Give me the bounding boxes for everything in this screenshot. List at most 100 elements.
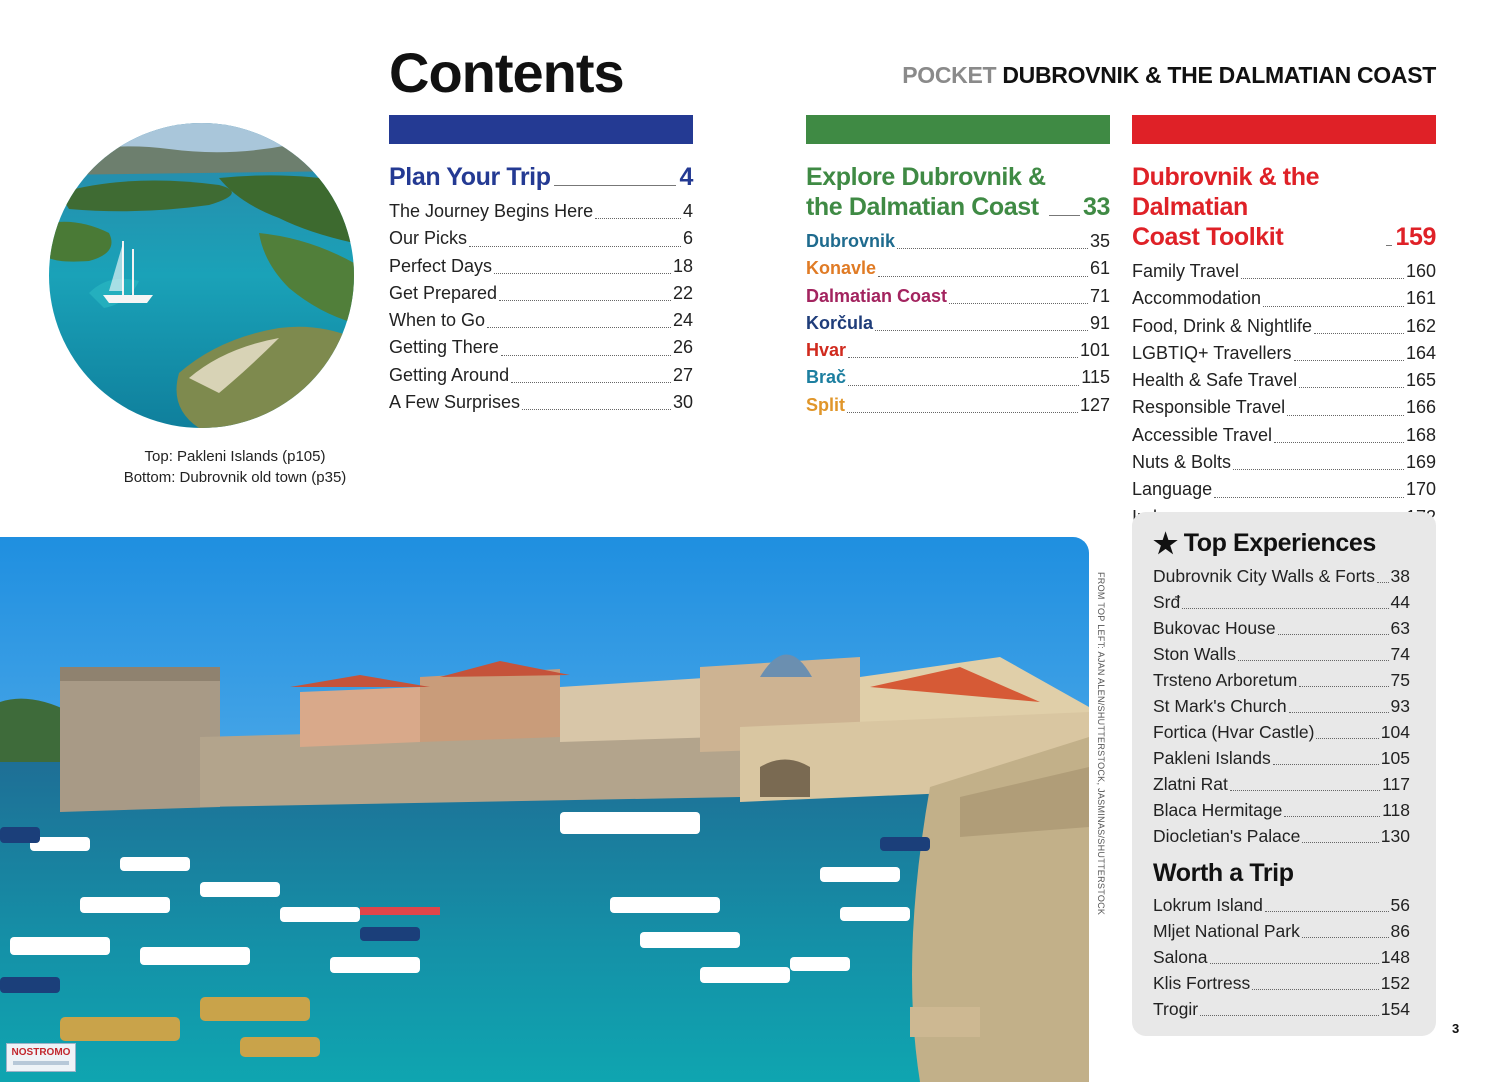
toc-entry-page: 101 [1079, 340, 1110, 361]
toolkit-heading-title: Dubrovnik & the Dalmatian Coast Toolkit [1132, 163, 1320, 251]
toc-entry-page: 117 [1382, 774, 1410, 794]
toc-entry[interactable]: Getting There 26 [389, 334, 693, 361]
toc-entry-page: 74 [1390, 644, 1410, 664]
toc-entry-page: 38 [1390, 566, 1410, 586]
toc-entry[interactable]: Dubrovnik 35 [806, 228, 1110, 255]
leader-dots [500, 354, 671, 356]
toc-entry[interactable]: Fortica (Hvar Castle) 104 [1153, 719, 1410, 745]
toc-entry[interactable]: LGBTIQ+ Travellers 164 [1132, 340, 1436, 367]
book-title: POCKET DUBROVNIK & THE DALMATIAN COAST [902, 62, 1436, 89]
toc-entry-label: Food, Drink & Nightlife [1132, 315, 1313, 336]
leader-dots [595, 218, 681, 220]
leader-dots [847, 412, 1078, 414]
toc-entry[interactable]: Lokrum Island 56 [1153, 892, 1410, 918]
toolkit-list: Family Travel 160 Accommodation 161 Food, Dr… [1132, 258, 1436, 531]
toc-entry[interactable]: Accommodation 161 [1132, 285, 1436, 312]
explore-color-bar [806, 115, 1110, 144]
leader-dots [1293, 360, 1404, 362]
toolkit-heading[interactable]: Dubrovnik & the Dalmatian Coast Toolkit … [1132, 162, 1436, 252]
toc-entry[interactable]: Responsible Travel 166 [1132, 394, 1436, 421]
leader-dots [522, 409, 671, 411]
caption-bottom: Bottom: Dubrovnik old town (p35) [123, 469, 347, 486]
toc-entry[interactable]: Konavle 61 [806, 255, 1110, 282]
toc-entry-page: 26 [672, 337, 693, 358]
toc-entry[interactable]: Health & Safe Travel 165 [1132, 367, 1436, 394]
toc-entry[interactable]: St Mark's Church 93 [1153, 693, 1410, 719]
toc-entry[interactable]: Pakleni Islands 105 [1153, 745, 1410, 771]
toc-entry-page: 166 [1405, 397, 1436, 418]
toc-entry[interactable]: Trogir 154 [1153, 996, 1410, 1022]
toc-entry[interactable]: Korčula 91 [806, 310, 1110, 337]
toc-entry-label: Trogir [1153, 999, 1199, 1019]
toc-entry[interactable]: Split 127 [806, 392, 1110, 419]
leader-dots [1274, 442, 1404, 444]
toc-entry[interactable]: Bukovac House 63 [1153, 615, 1410, 641]
toc-entry-label: St Mark's Church [1153, 696, 1287, 716]
toc-entry[interactable]: Get Prepared 22 [389, 280, 693, 307]
toc-entry-label: When to Go [389, 310, 486, 331]
toc-entry[interactable]: Trsteno Arboretum 75 [1153, 667, 1410, 693]
leader-dots [1299, 387, 1404, 389]
toc-entry[interactable]: Our Picks 6 [389, 225, 693, 252]
leader-dots [1386, 245, 1393, 246]
watermark-logo: NOSTROMO [6, 1043, 76, 1072]
leader-dots [1302, 842, 1379, 843]
toc-entry[interactable]: Srđ 44 [1153, 589, 1410, 615]
toc-entry[interactable]: Family Travel 160 [1132, 258, 1436, 285]
toc-entry-page: 148 [1380, 947, 1410, 967]
toc-entry[interactable]: Perfect Days 18 [389, 253, 693, 280]
leader-dots [1233, 469, 1404, 471]
toc-entry-label: Mljet National Park [1153, 921, 1300, 941]
leader-dots [1048, 215, 1080, 216]
leader-dots [1182, 608, 1389, 609]
toc-entry[interactable]: Accessible Travel 168 [1132, 422, 1436, 449]
plan-heading[interactable]: Plan Your Trip 4 [389, 162, 693, 192]
top-experiences-box: ★ Top Experiences Dubrovnik City Walls &… [1132, 512, 1436, 1036]
toc-entry-label: Lokrum Island [1153, 895, 1263, 915]
toc-entry-label: Konavle [806, 258, 877, 279]
toc-entry-label: Get Prepared [389, 282, 498, 303]
top-experiences-title: Top Experiences [1183, 528, 1377, 557]
toc-entry-page: 118 [1382, 800, 1410, 820]
toc-entry[interactable]: Dubrovnik City Walls & Forts 38 [1153, 563, 1410, 589]
toc-entry[interactable]: Mljet National Park 86 [1153, 918, 1410, 944]
plan-list: The Journey Begins Here 4 Our Picks 6 Perfec… [389, 198, 693, 416]
plan-section: Plan Your Trip 4 The Journey Begins Here… [389, 162, 693, 416]
toc-entry[interactable]: Hvar 101 [806, 337, 1110, 364]
toc-entry[interactable]: Food, Drink & Nightlife 162 [1132, 313, 1436, 340]
book-title-main: DUBROVNIK & THE DALMATIAN COAST [1002, 62, 1436, 88]
toc-entry[interactable]: Brač 115 [806, 364, 1110, 391]
worth-a-trip-heading: Worth a Trip [1153, 859, 1294, 887]
leader-dots [487, 327, 671, 329]
toc-entry[interactable]: Ston Walls 74 [1153, 641, 1410, 667]
explore-heading-title: Explore Dubrovnik & the Dalmatian Coast [806, 163, 1046, 221]
toc-entry-page: 61 [1089, 258, 1110, 279]
toc-entry[interactable]: Nuts & Bolts 169 [1132, 449, 1436, 476]
worth-a-trip-list: Lokrum Island 56 Mljet National Park 86 Salo… [1153, 892, 1410, 1022]
toc-entry[interactable]: A Few Surprises 30 [389, 389, 693, 416]
toc-entry[interactable]: Diocletian's Palace 130 [1153, 823, 1410, 849]
toc-entry-page: 30 [672, 392, 693, 413]
leader-dots [1214, 496, 1404, 498]
toc-entry-page: 152 [1380, 973, 1410, 993]
toc-entry[interactable]: Klis Fortress 152 [1153, 970, 1410, 996]
toc-entry[interactable]: Language 170 [1132, 476, 1436, 503]
toc-entry-label: Salona [1153, 947, 1208, 967]
leader-dots [1263, 305, 1404, 307]
toc-entry[interactable]: Blaca Hermitage 118 [1153, 797, 1410, 823]
toc-entry[interactable]: Salona 148 [1153, 944, 1410, 970]
toc-entry[interactable]: Dalmatian Coast 71 [806, 283, 1110, 310]
toc-entry-label: Health & Safe Travel [1132, 370, 1298, 391]
toc-entry-page: 165 [1405, 370, 1436, 391]
toc-entry-label: Accommodation [1132, 288, 1262, 309]
leader-dots [1229, 790, 1381, 791]
toc-entry[interactable]: Zlatni Rat 117 [1153, 771, 1410, 797]
explore-heading[interactable]: Explore Dubrovnik & the Dalmatian Coast … [806, 162, 1110, 222]
toc-entry[interactable]: Getting Around 27 [389, 362, 693, 389]
toc-entry-page: 6 [682, 228, 693, 249]
toc-entry[interactable]: When to Go 24 [389, 307, 693, 334]
toc-entry-page: 130 [1380, 826, 1410, 846]
toc-entry-page: 4 [682, 201, 693, 221]
toc-entry-page: 27 [672, 364, 693, 385]
toc-entry[interactable]: The Journey Begins Here 4 [389, 198, 693, 225]
